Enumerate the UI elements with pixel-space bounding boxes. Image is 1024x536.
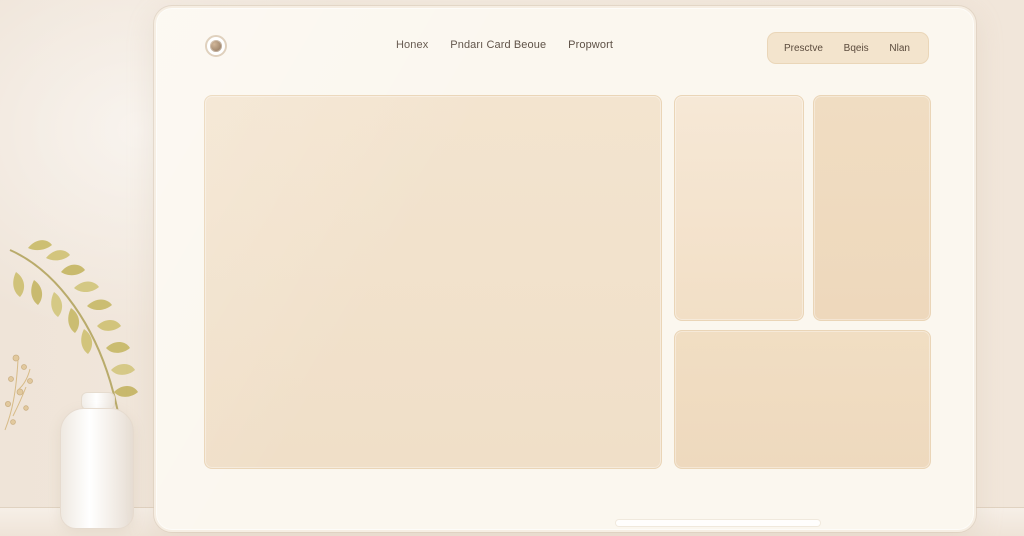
header-action-preview[interactable]: Presctve — [784, 43, 823, 54]
large-content-panel — [204, 95, 662, 469]
bottom-side-panel — [674, 330, 931, 469]
header-action-group: Presctve Bqeis Nlan — [767, 32, 929, 64]
vase-body — [60, 408, 134, 529]
top-right-side-panel — [813, 95, 931, 321]
main-nav: Honex Pndarı Card Beoue Propwort — [396, 39, 613, 51]
header-action-bags[interactable]: Bqeis — [844, 43, 869, 54]
nav-item-cards[interactable]: Pndarı Card Beoue — [450, 39, 546, 51]
top-navigation-bar: Honex Pndarı Card Beoue Propwort Presctv… — [156, 8, 974, 84]
header-action-plan[interactable]: Nlan — [889, 43, 910, 54]
nav-item-home[interactable]: Honex — [396, 39, 428, 51]
dashboard-content — [204, 95, 931, 469]
vase — [60, 392, 134, 529]
screen-bottom-bar — [616, 520, 820, 526]
logo-mark — [210, 40, 222, 52]
monitor-screen: Honex Pndarı Card Beoue Propwort Presctv… — [154, 6, 976, 532]
nav-item-support[interactable]: Propwort — [568, 39, 613, 51]
scene: Honex Pndarı Card Beoue Propwort Presctv… — [0, 0, 1024, 536]
logo-icon[interactable] — [205, 35, 227, 57]
top-left-side-panel — [674, 95, 804, 321]
